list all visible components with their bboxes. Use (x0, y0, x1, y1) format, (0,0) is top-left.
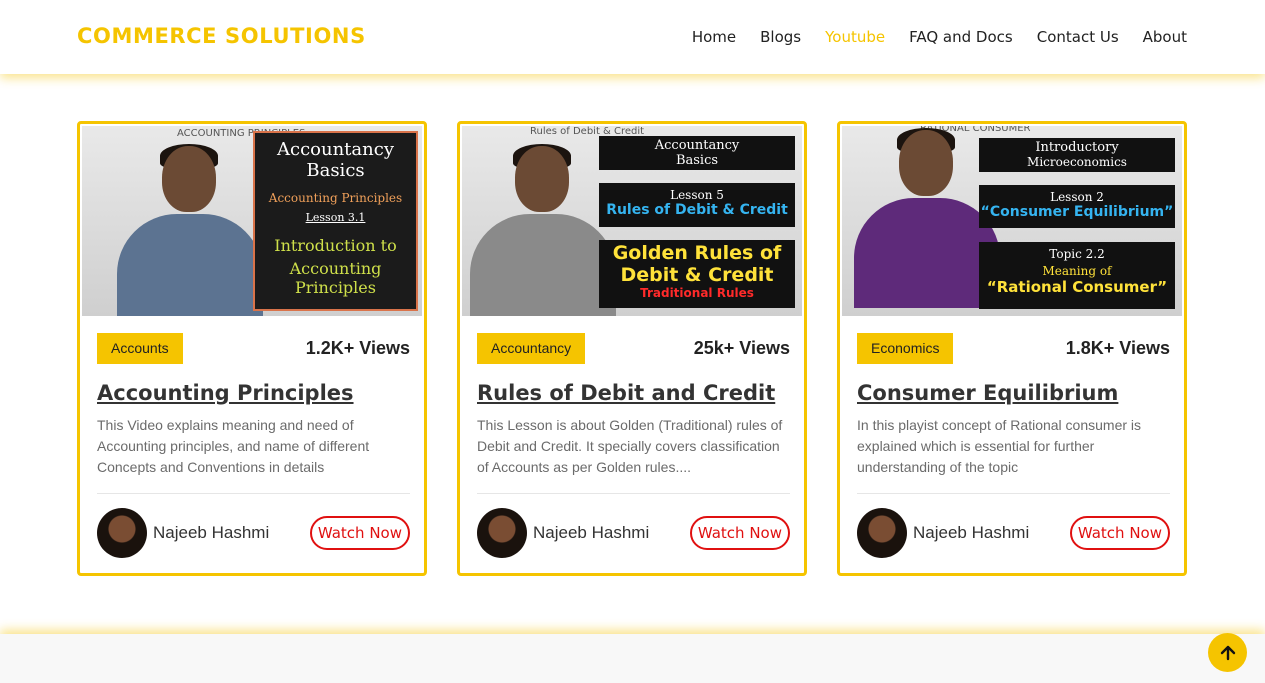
footer-band (0, 634, 1265, 683)
author-name: Najeeb Hashmi (913, 523, 1030, 542)
panel-line: Traditional Rules (640, 286, 754, 300)
category-tag[interactable]: Accounts (97, 332, 183, 364)
panel-line: Accounting Principles (268, 191, 403, 205)
video-description: In this playist concept of Rational cons… (857, 417, 1142, 475)
arrow-up-icon (1220, 645, 1235, 660)
panel-line: Accounting Principles (289, 259, 382, 297)
author-info: Najeeb Hashmi (857, 508, 1029, 558)
panel-line: “Consumer Equilibrium” (980, 204, 1174, 220)
author-name: Najeeb Hashmi (533, 523, 650, 542)
video-card-consumer-equilibrium: RATIONAL CONSUMER Introductory Microecon… (837, 121, 1187, 576)
panel-line: Topic 2.2 (1049, 247, 1105, 261)
card-divider (477, 493, 790, 494)
category-tag[interactable]: Economics (857, 332, 954, 364)
panel-line: Lesson 3.1 (305, 211, 366, 224)
presenter-image (117, 144, 267, 316)
main-nav: Home Blogs Youtube FAQ and Docs Contact … (668, 28, 1187, 46)
nav-blogs[interactable]: Blogs (760, 28, 801, 46)
author-avatar (97, 508, 147, 558)
video-title-link[interactable]: Rules of Debit and Credit (477, 381, 790, 405)
panel-line: Lesson 2 (1050, 190, 1104, 204)
category-tag[interactable]: Accountancy (477, 332, 586, 364)
nav-about[interactable]: About (1143, 28, 1187, 46)
presenter-image (470, 144, 620, 316)
video-title-link[interactable]: Accounting Principles (97, 381, 410, 405)
nav-contact-us[interactable]: Contact Us (1037, 28, 1119, 46)
watch-now-button[interactable]: Watch Now (309, 516, 410, 550)
video-thumbnail[interactable]: ACCOUNTING PRINCIPLES Accountancy Basics… (82, 126, 422, 316)
video-card-rules-debit-credit: Rules of Debit & Credit Accountancy Basi… (457, 121, 807, 576)
author-name: Najeeb Hashmi (153, 523, 270, 542)
thumbnail-title-panel-mid: Lesson 2 “Consumer Equilibrium” (979, 185, 1175, 228)
card-footer: Najeeb Hashmi Watch Now (477, 508, 790, 558)
thumbnail-title-panel-bottom: Golden Rules of Debit & Credit Tradition… (599, 240, 795, 308)
thumbnail-title-panel-top: Introductory Microeconomics (979, 138, 1175, 172)
card-meta: Accounts 1.2K+ Views (97, 332, 410, 364)
author-avatar (857, 508, 907, 558)
panel-line: Golden Rules of (612, 242, 782, 264)
card-divider (857, 493, 1170, 494)
view-count: 1.2K+ Views (305, 337, 410, 358)
video-description: This Lesson is about Golden (Traditional… (477, 417, 783, 475)
panel-line: Accountancy (277, 139, 394, 160)
panel-line: Meaning of (1042, 264, 1112, 278)
panel-line: Lesson 5 (670, 188, 724, 202)
panel-line: Rules of Debit & Credit (606, 202, 788, 218)
panel-line: Introductory (1035, 140, 1119, 155)
brand-logo[interactable]: COMMERCE SOLUTIONS (77, 24, 366, 48)
thumbnail-title-panel: Accountancy Basics Accounting Principles… (253, 131, 418, 311)
panel-line: Debit & Credit (620, 264, 774, 286)
card-divider (97, 493, 410, 494)
view-count: 25k+ Views (693, 337, 790, 358)
thumbnail-title-panel-bottom: Topic 2.2 Meaning of “Rational Consumer” (979, 242, 1175, 309)
nav-home[interactable]: Home (692, 28, 736, 46)
card-footer: Najeeb Hashmi Watch Now (97, 508, 410, 558)
video-thumbnail[interactable]: Rules of Debit & Credit Accountancy Basi… (462, 126, 802, 316)
author-info: Najeeb Hashmi (477, 508, 649, 558)
watch-now-button[interactable]: Watch Now (689, 516, 790, 550)
video-title-link[interactable]: Consumer Equilibrium (857, 381, 1170, 405)
video-cards: ACCOUNTING PRINCIPLES Accountancy Basics… (77, 121, 1187, 576)
panel-line: “Rational Consumer” (986, 278, 1168, 296)
card-body: Accountancy 25k+ Views Rules of Debit an… (477, 332, 790, 558)
nav-faq-docs[interactable]: FAQ and Docs (909, 28, 1013, 46)
top-navbar: COMMERCE SOLUTIONS Home Blogs Youtube FA… (0, 0, 1265, 74)
panel-line: Basics (675, 153, 719, 168)
nav-youtube[interactable]: Youtube (825, 28, 885, 46)
video-card-accounting-principles: ACCOUNTING PRINCIPLES Accountancy Basics… (77, 121, 427, 576)
panel-line: Introduction to (274, 236, 397, 255)
back-to-top-button[interactable] (1208, 633, 1247, 672)
watch-now-button[interactable]: Watch Now (1069, 516, 1170, 550)
card-body: Economics 1.8K+ Views Consumer Equilibri… (857, 332, 1170, 558)
panel-line: Basics (306, 160, 365, 181)
video-thumbnail[interactable]: RATIONAL CONSUMER Introductory Microecon… (842, 126, 1182, 316)
author-avatar (477, 508, 527, 558)
panel-line: Accountancy (654, 138, 740, 153)
panel-line: Microeconomics (1027, 155, 1127, 169)
thumbnail-title-panel-top: Accountancy Basics (599, 136, 795, 170)
author-info: Najeeb Hashmi (97, 508, 269, 558)
thumbnail-title-panel-mid: Lesson 5 Rules of Debit & Credit (599, 183, 795, 227)
card-body: Accounts 1.2K+ Views Accounting Principl… (97, 332, 410, 558)
card-meta: Accountancy 25k+ Views (477, 332, 790, 364)
video-description: This Video explains meaning and need of … (97, 417, 370, 475)
card-footer: Najeeb Hashmi Watch Now (857, 508, 1170, 558)
card-meta: Economics 1.8K+ Views (857, 332, 1170, 364)
view-count: 1.8K+ Views (1065, 337, 1170, 358)
